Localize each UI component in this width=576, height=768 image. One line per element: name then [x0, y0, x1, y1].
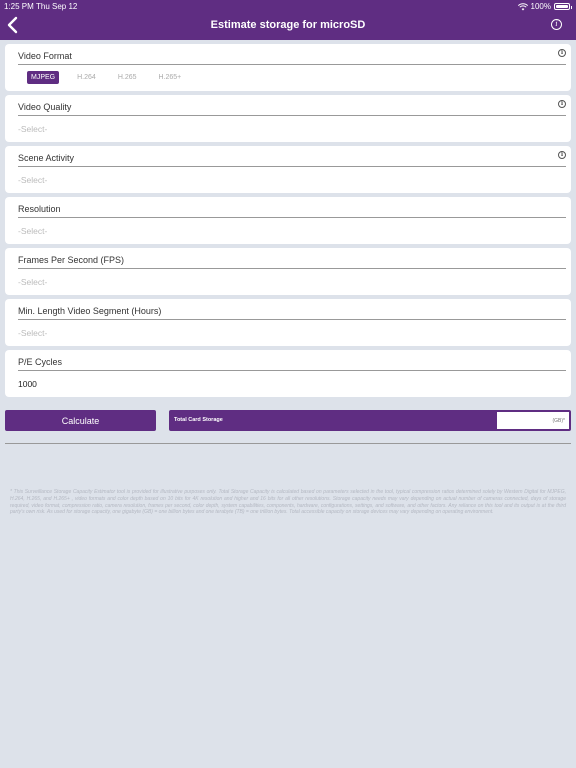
video-format-info-icon[interactable]: i: [558, 49, 566, 57]
page-title: Estimate storage for microSD: [210, 19, 366, 31]
total-storage-output: [497, 412, 569, 429]
total-storage-label: Total Card Storage: [174, 417, 223, 423]
divider: [18, 319, 566, 320]
scene-activity-card[interactable]: Scene Activity i -Select-: [5, 146, 571, 193]
video-quality-label: Video Quality: [18, 102, 72, 112]
status-time: 1:25 PM: [4, 2, 34, 11]
pe-cycles-label: P/E Cycles: [18, 357, 63, 367]
divider: [18, 217, 566, 218]
format-option-h265plus[interactable]: H.265+: [155, 71, 186, 84]
nav-info-icon[interactable]: i: [551, 19, 562, 30]
video-format-options: MJPEG H.264 H.265 H.265+: [27, 71, 199, 84]
video-quality-select[interactable]: -Select-: [18, 124, 47, 134]
disclaimer-text: * This Surveillance Storage Capacity Est…: [10, 489, 566, 516]
pe-cycles-card: P/E Cycles 1000: [5, 350, 571, 397]
scene-activity-info-icon[interactable]: i: [558, 151, 566, 159]
scene-activity-label: Scene Activity: [18, 153, 75, 163]
battery-icon: [554, 3, 572, 10]
segment-card[interactable]: Min. Length Video Segment (Hours) -Selec…: [5, 299, 571, 346]
divider: [18, 115, 566, 116]
divider: [18, 370, 566, 371]
battery-percent: 100%: [530, 2, 551, 11]
video-format-card: Video Format i MJPEG H.264 H.265 H.265+: [5, 44, 571, 91]
segment-label: Min. Length Video Segment (Hours): [18, 306, 162, 316]
video-quality-info-icon[interactable]: i: [558, 100, 566, 108]
fps-select[interactable]: -Select-: [18, 277, 47, 287]
fps-label: Frames Per Second (FPS): [18, 255, 125, 265]
total-storage-box: Total Card Storage: [169, 410, 571, 431]
divider: [18, 268, 566, 269]
divider: [18, 64, 566, 65]
section-divider: [5, 443, 571, 444]
resolution-select[interactable]: -Select-: [18, 226, 47, 236]
scene-activity-select[interactable]: -Select-: [18, 175, 47, 185]
status-right: 100%: [517, 2, 572, 11]
calculate-button[interactable]: Calculate: [5, 410, 156, 431]
segment-select[interactable]: -Select-: [18, 328, 47, 338]
fps-card[interactable]: Frames Per Second (FPS) -Select-: [5, 248, 571, 295]
resolution-card[interactable]: Resolution -Select-: [5, 197, 571, 244]
resolution-label: Resolution: [18, 204, 61, 214]
format-option-h264[interactable]: H.264: [73, 71, 100, 84]
format-option-mjpeg[interactable]: MJPEG: [27, 71, 60, 84]
pe-cycles-input[interactable]: 1000: [18, 379, 37, 389]
video-format-label: Video Format: [18, 51, 72, 61]
divider: [18, 166, 566, 167]
format-option-h265[interactable]: H.265: [114, 71, 141, 84]
wifi-icon: [517, 2, 528, 10]
status-date: Thu Sep 12: [36, 2, 78, 11]
nav-bar: 1:25 PM Thu Sep 12 100% Estimate storage…: [0, 0, 576, 40]
status-bar: 1:25 PM Thu Sep 12 100%: [0, 0, 576, 12]
video-quality-card[interactable]: Video Quality i -Select-: [5, 95, 571, 142]
